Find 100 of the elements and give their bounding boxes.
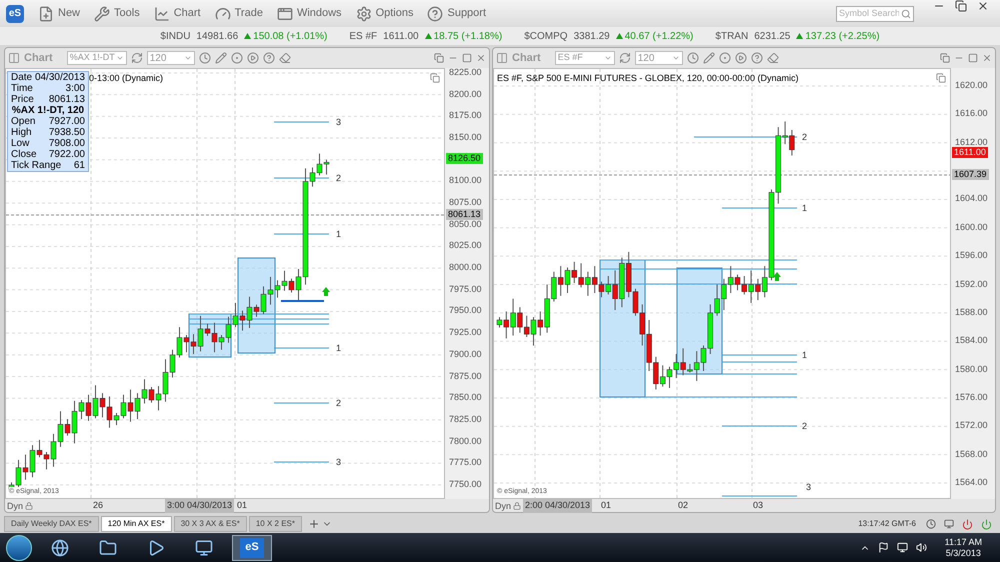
search-icon[interactable] — [901, 8, 911, 18]
pencil-icon[interactable] — [702, 52, 715, 64]
sheet-tab[interactable]: 10 X 2 ES* — [248, 516, 302, 532]
dropdown-caret-icon[interactable] — [116, 54, 124, 62]
axis-label: 1580.00 — [955, 364, 988, 374]
dropdown-caret-icon[interactable] — [184, 54, 192, 62]
axis-label: 8225.00 — [449, 67, 482, 77]
help-icon[interactable] — [262, 52, 275, 64]
eraser-icon[interactable] — [766, 52, 779, 64]
sheet-tab[interactable]: 30 X 3 AX & ES* — [174, 516, 247, 532]
dropdown-caret-icon[interactable] — [672, 54, 680, 62]
axis-label: 1612.00 — [955, 136, 988, 147]
lock-icon[interactable] — [25, 502, 33, 510]
circle-icon[interactable] — [718, 52, 731, 64]
start-button[interactable] — [6, 534, 32, 560]
cursor-time: 3:00 04/30/2013 — [165, 499, 234, 512]
refresh-icon[interactable] — [130, 52, 143, 64]
help-icon[interactable] — [750, 52, 763, 64]
up-triangle-icon — [244, 33, 252, 39]
ticker-price: 1611.00 — [383, 30, 419, 44]
taskbar-app[interactable]: eS — [232, 534, 272, 560]
axis-label: 7900.00 — [449, 348, 482, 359]
maximize-icon[interactable] — [462, 53, 472, 63]
axis-label: 7850.00 — [449, 392, 482, 402]
field-value: 7922.00 — [48, 149, 85, 160]
interval-field[interactable]: 120 — [634, 51, 683, 65]
axis-label: 1568.00 — [955, 448, 988, 459]
maximize-icon[interactable] — [968, 53, 978, 63]
pencil-icon[interactable] — [214, 52, 227, 64]
axis-label: 8150.00 — [449, 132, 482, 142]
field-value: 7908.00 — [48, 138, 85, 149]
field-value: 04/30/2013 — [34, 72, 85, 83]
axis-label: 8100.00 — [449, 175, 482, 186]
toolbar-button[interactable]: Options — [356, 5, 414, 22]
network-icon[interactable] — [896, 542, 908, 553]
refresh-icon[interactable] — [618, 52, 631, 64]
panel-icon[interactable] — [430, 73, 440, 83]
toolbar-button[interactable]: Support — [427, 5, 486, 22]
eraser-icon[interactable] — [278, 52, 291, 64]
flag-icon[interactable] — [878, 542, 889, 553]
axis-label: 1564.00 — [955, 477, 988, 488]
toolbar-button[interactable]: Windows — [276, 5, 342, 22]
gauge-icon — [214, 6, 231, 22]
field-name: Open — [11, 116, 36, 127]
axis-label: 7975.00 — [449, 284, 482, 294]
ticker-change: 150.08 (+1.01%) — [253, 30, 328, 44]
axis-label: 7800.00 — [449, 436, 482, 446]
layout-icon[interactable] — [8, 52, 20, 64]
play-icon[interactable] — [734, 52, 747, 64]
power-icon[interactable] — [962, 518, 973, 530]
axis-label: 1604.00 — [955, 193, 988, 204]
monitor-icon[interactable] — [944, 519, 954, 529]
layout-icon[interactable] — [496, 52, 508, 64]
lock-icon[interactable] — [513, 502, 521, 510]
price-tag: 8126.50 — [446, 153, 483, 164]
play-icon[interactable] — [246, 52, 259, 64]
time-label: 02 — [678, 499, 688, 512]
speaker-icon[interactable] — [916, 542, 927, 553]
toolbar-button[interactable]: Tools — [94, 5, 140, 22]
clock-icon[interactable] — [198, 52, 211, 64]
level-label: 3 — [806, 482, 812, 492]
power-icon[interactable] — [981, 518, 992, 530]
add-tab-icon[interactable] — [308, 518, 320, 530]
level-label: 2 — [336, 398, 342, 408]
level-line — [274, 402, 330, 404]
ticker-price: 3381.29 — [574, 30, 610, 44]
axis-label: 1596.00 — [955, 250, 988, 260]
toolbar-button[interactable]: New — [38, 5, 80, 22]
clock-icon[interactable] — [926, 519, 936, 529]
clock-icon[interactable] — [686, 52, 699, 64]
field-value: 61 — [74, 160, 85, 171]
interval-field[interactable]: 120 — [146, 51, 195, 65]
axis-mode[interactable]: Dyn — [495, 500, 512, 514]
axis-mode[interactable]: Dyn — [7, 500, 24, 514]
field-name: Time — [11, 83, 33, 94]
axis-label: 1584.00 — [955, 335, 988, 346]
close-icon[interactable] — [977, 0, 989, 12]
level-label: 1 — [336, 229, 342, 239]
app-logo[interactable]: eS — [6, 4, 24, 22]
panel-icon[interactable] — [936, 73, 946, 83]
field-value: 7927.00 — [48, 116, 85, 127]
up-triangle-icon — [424, 33, 432, 39]
toolbar-button[interactable]: Chart — [154, 5, 201, 22]
restore-icon[interactable] — [955, 0, 967, 12]
axis-label: 7950.00 — [449, 305, 482, 316]
ticker-symbol: ES #F — [349, 30, 378, 44]
field-name: Date — [11, 72, 32, 83]
symbol-field[interactable]: ES #F — [554, 51, 615, 65]
price-tag: 1611.00 — [952, 147, 988, 158]
dropdown-caret-icon[interactable] — [604, 54, 612, 62]
sheet-tab[interactable]: Daily Weekly DAX ES* — [4, 516, 99, 532]
axis-label: 8025.00 — [449, 240, 482, 250]
symbol-field[interactable]: %AX 1!-DT — [66, 51, 127, 65]
axis-label: 1592.00 — [955, 278, 988, 289]
chart-label: Chart — [24, 50, 53, 66]
circle-icon[interactable] — [230, 52, 243, 64]
level-label: 3 — [336, 117, 342, 127]
globe-icon — [51, 538, 69, 556]
toolbar-button[interactable]: Trade — [214, 5, 263, 22]
sheet-tab[interactable]: 120 Min AX ES* — [100, 516, 172, 532]
